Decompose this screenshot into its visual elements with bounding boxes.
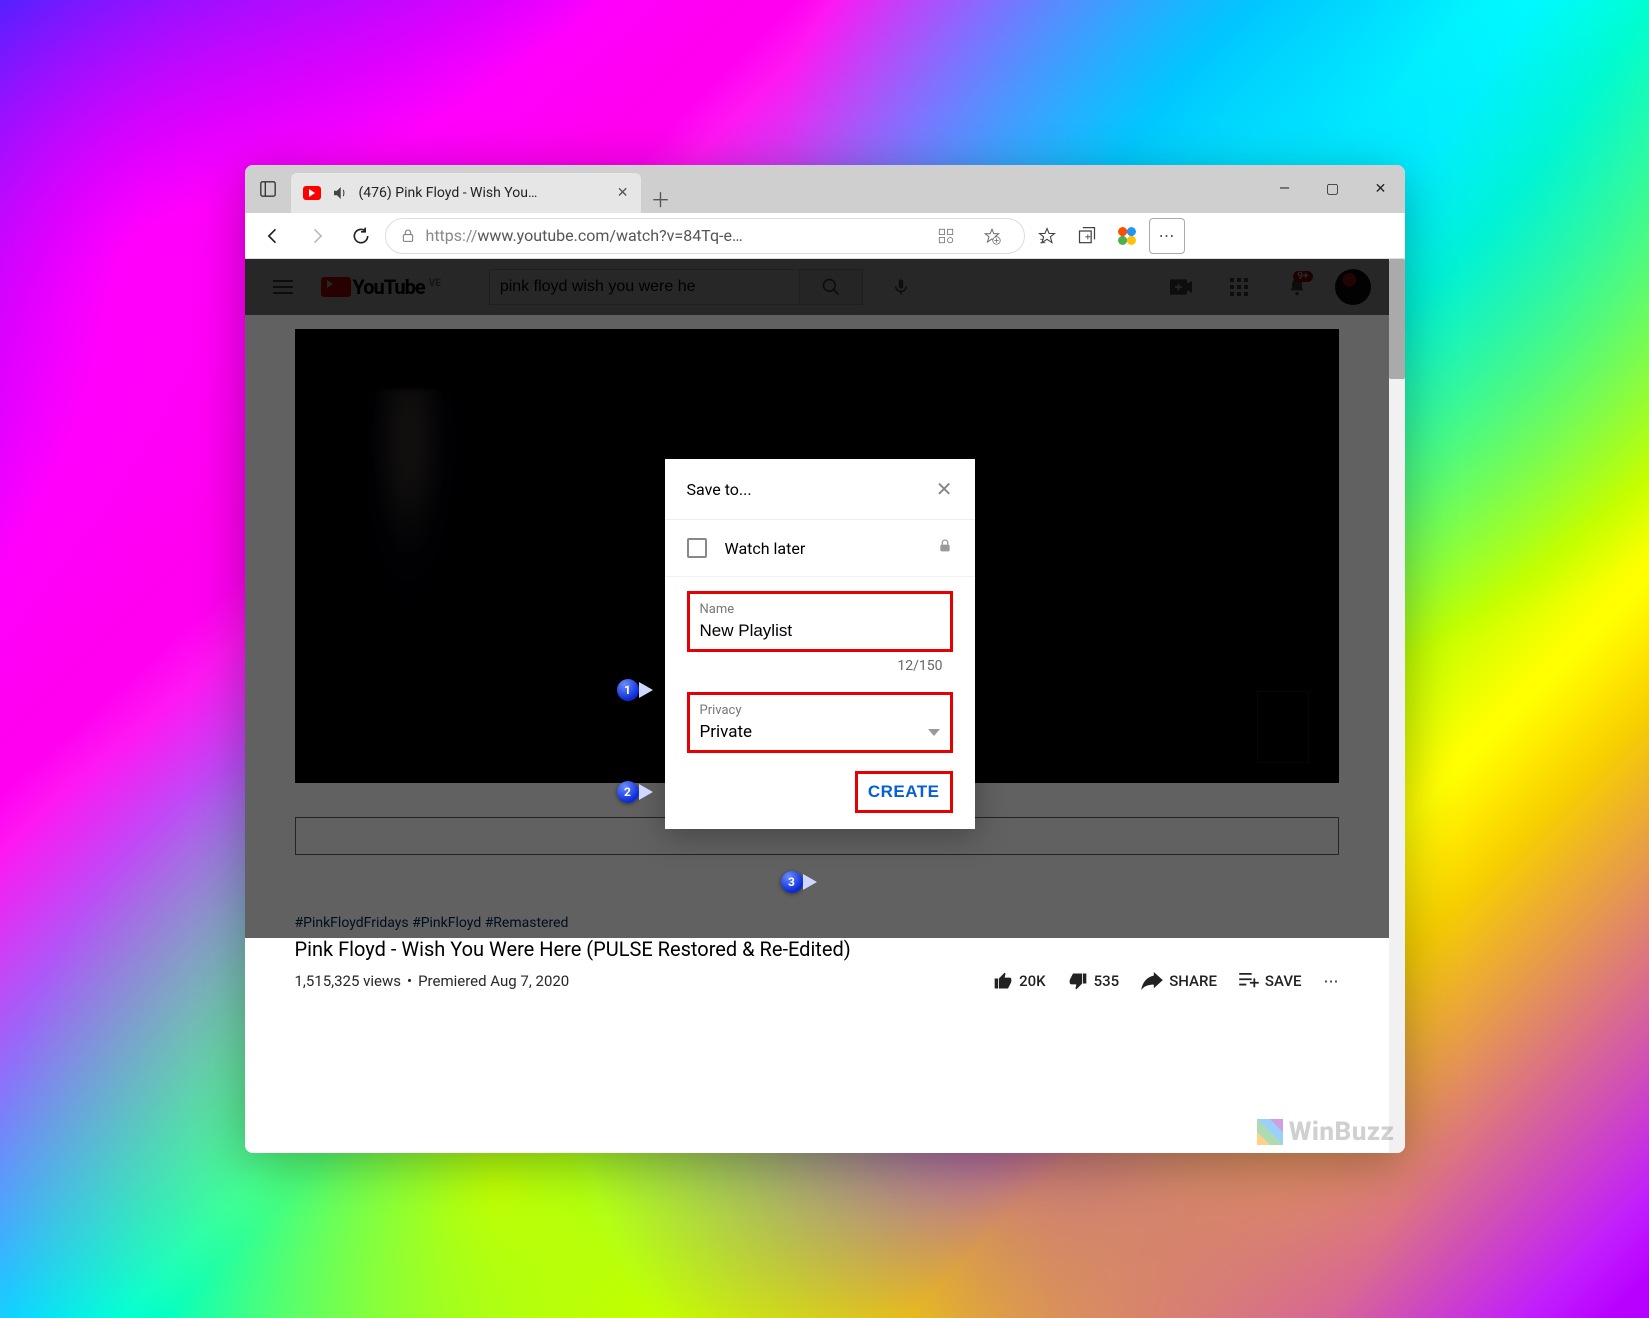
dialog-title: Save to... bbox=[687, 480, 752, 499]
back-button[interactable] bbox=[253, 218, 293, 254]
create-button[interactable]: CREATE bbox=[855, 771, 953, 813]
page-scrollbar[interactable] bbox=[1389, 259, 1405, 1153]
premiere-date: Premiered Aug 7, 2020 bbox=[418, 972, 569, 990]
dislike-button[interactable]: 535 bbox=[1068, 971, 1120, 991]
forward-button[interactable] bbox=[297, 218, 337, 254]
watermark: WinBuzz bbox=[1257, 1117, 1395, 1147]
callout-1: 1 bbox=[617, 679, 639, 701]
callout-3: 3 bbox=[781, 871, 803, 893]
tab-title: (476) Pink Floyd - Wish You… bbox=[359, 185, 607, 201]
video-meta-row: 1,515,325 views • Premiered Aug 7, 2020 … bbox=[295, 971, 1339, 991]
privacy-field[interactable]: Privacy Private bbox=[687, 692, 953, 753]
app-install-icon[interactable] bbox=[928, 218, 964, 254]
share-button[interactable]: SHARE bbox=[1141, 972, 1217, 990]
vertical-tabs-icon[interactable] bbox=[245, 165, 291, 213]
browser-tabbar: (476) Pink Floyd - Wish You… ✕ ＋ — ▢ ✕ bbox=[245, 165, 1405, 213]
new-tab-button[interactable]: ＋ bbox=[641, 184, 681, 213]
content-frame: YouTube VE bbox=[245, 259, 1405, 1153]
name-counter: 12/150 bbox=[665, 658, 943, 674]
audio-playing-icon[interactable] bbox=[331, 184, 349, 202]
address-bar: https://www.youtube.com/watch?v=84Tq-e… … bbox=[245, 213, 1405, 259]
site-lock-icon bbox=[400, 228, 416, 244]
playlist-name-field[interactable]: Name bbox=[687, 591, 953, 652]
lock-icon bbox=[937, 538, 953, 558]
video-title: Pink Floyd - Wish You Were Here (PULSE R… bbox=[295, 937, 1339, 961]
name-label: Name bbox=[700, 602, 940, 617]
view-count: 1,515,325 views bbox=[295, 972, 402, 990]
save-button[interactable]: SAVE bbox=[1239, 972, 1302, 990]
privacy-label: Privacy bbox=[700, 703, 940, 718]
dialog-close-icon[interactable]: ✕ bbox=[936, 477, 953, 501]
extension-icon[interactable] bbox=[1109, 218, 1145, 254]
watch-later-checkbox[interactable] bbox=[687, 538, 707, 558]
tab-close-icon[interactable]: ✕ bbox=[617, 185, 629, 201]
privacy-value: Private bbox=[700, 722, 753, 742]
page-content: YouTube VE bbox=[245, 259, 1389, 1153]
refresh-button[interactable] bbox=[341, 218, 381, 254]
browser-tab[interactable]: (476) Pink Floyd - Wish You… ✕ bbox=[291, 173, 641, 213]
favorites-list-icon[interactable] bbox=[1029, 218, 1065, 254]
save-to-dialog: Save to... ✕ Watch later Name 12/150 Pr bbox=[665, 459, 975, 829]
dropdown-arrow-icon bbox=[928, 729, 940, 736]
callout-2: 2 bbox=[617, 781, 639, 803]
scrollbar-thumb[interactable] bbox=[1389, 259, 1405, 379]
add-favorite-icon[interactable] bbox=[974, 218, 1010, 254]
maximize-button[interactable]: ▢ bbox=[1309, 165, 1357, 213]
youtube-favicon-icon bbox=[303, 186, 321, 200]
collections-icon[interactable] bbox=[1069, 218, 1105, 254]
close-window-button[interactable]: ✕ bbox=[1357, 165, 1405, 213]
browser-window: (476) Pink Floyd - Wish You… ✕ ＋ — ▢ ✕ h… bbox=[245, 165, 1405, 1153]
browser-menu-button[interactable]: ⋯ bbox=[1149, 218, 1185, 254]
window-controls: — ▢ ✕ bbox=[1261, 165, 1405, 213]
url-text: https://www.youtube.com/watch?v=84Tq-e… bbox=[426, 226, 918, 245]
url-field[interactable]: https://www.youtube.com/watch?v=84Tq-e… bbox=[385, 218, 1025, 254]
watch-later-label: Watch later bbox=[725, 539, 806, 558]
more-actions-button[interactable]: ⋯ bbox=[1324, 972, 1339, 990]
playlist-name-input[interactable] bbox=[700, 617, 940, 641]
minimize-button[interactable]: — bbox=[1261, 165, 1309, 213]
like-button[interactable]: 20K bbox=[993, 971, 1046, 991]
watermark-icon bbox=[1257, 1119, 1283, 1145]
